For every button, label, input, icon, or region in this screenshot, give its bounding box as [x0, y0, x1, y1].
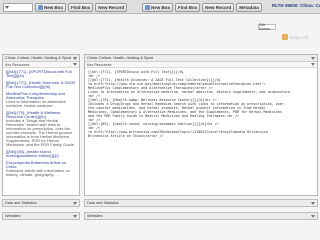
- box-icon: [38, 4, 43, 10]
- chevron-down-icon[interactable]: [73, 201, 77, 205]
- edit-screen-button[interactable]: Edit Screen: [258, 23, 276, 31]
- entry-title[interactable]: [[{bkl}:{85}, {health sound, nursing/aca…: [6, 150, 76, 158]
- left-pane-header[interactable]: China: Culture, Health, Healing & Sport: [3, 55, 79, 62]
- find-box-button-2[interactable]: Find Box: [175, 2, 201, 12]
- source-code-editor[interactable]: [[bkl:{771}, {SPORTDiscus with Full Text…: [85, 68, 317, 194]
- entry-description: Extensive article with information on hi…: [6, 168, 70, 177]
- chevron-down-icon[interactable]: [73, 56, 77, 60]
- right-pane-header[interactable]: China: Culture, Health, Healing & Sport: [85, 55, 317, 62]
- box-icon: [145, 4, 150, 10]
- left-websites-row[interactable]: Websites: [2, 212, 80, 220]
- list-item: MedlinePlus Complementary and Alternativ…: [6, 92, 76, 108]
- entry-description: Includes a "Drugs and Herbal Remedies" s…: [6, 118, 75, 147]
- right-data-statistics-row[interactable]: Data and Statistics: [84, 199, 318, 207]
- drop-zone[interactable]: Drop Left: [282, 34, 309, 40]
- chevron-down-icon[interactable]: [73, 63, 77, 66]
- toolbar-group-left: New Box Find Box New Record: [3, 2, 128, 12]
- new-record-button-2[interactable]: New Record: [202, 2, 235, 12]
- entry-title[interactable]: [[{bkl}:{771}, {SPORTDiscus with Full Te…: [6, 70, 76, 78]
- new-box-button[interactable]: New Box: [35, 2, 67, 12]
- list-item: [[{bkl}:{85}, {health sound, nursing/aca…: [6, 150, 76, 158]
- active-record-title: RLTH 39000: China: Culture, Health: [272, 3, 320, 8]
- new-box-button-2[interactable]: New Box: [142, 2, 174, 12]
- list-item: [[{bkl}:{79}, {Health & Wellness Resourc…: [6, 111, 76, 147]
- right-websites-row[interactable]: Websites: [84, 212, 318, 220]
- code-line: Links to information on alternative medi…: [88, 90, 293, 94]
- box-select[interactable]: [3, 2, 33, 12]
- list-item: [[{bkl}:{771}, {SPORTDiscus with Full Te…: [6, 70, 76, 78]
- find-box-button[interactable]: Find Box: [68, 2, 94, 12]
- toolbar-group-right: New Box Find Box New Record Metadata: [142, 2, 262, 12]
- chevron-down-icon[interactable]: [311, 56, 315, 60]
- left-pane: China: Culture, Health, Healing & Sport …: [2, 54, 80, 196]
- toolbar: New Box Find Box New Record New Box Find…: [0, 0, 320, 14]
- chevron-down-icon: [5, 5, 9, 9]
- chevron-down-icon[interactable]: [311, 214, 315, 218]
- drop-icon: [282, 34, 288, 40]
- left-data-statistics-row[interactable]: Data and Statistics: [2, 199, 80, 207]
- chevron-down-icon[interactable]: [73, 214, 77, 218]
- list-item: [[{bkl}:{771}, {Health Sciences: A SAGE …: [6, 81, 76, 89]
- entry-title[interactable]: [[{bkl}:{771}, {Health Sciences: A SAGE …: [6, 81, 76, 89]
- entry-description: Links to information on alternative medi…: [6, 99, 66, 108]
- new-record-button[interactable]: New Record: [95, 2, 128, 12]
- code-line: Britannica Article on China</a><br />: [88, 134, 164, 138]
- right-pane: China: Culture, Health, Healing & Sport …: [84, 54, 318, 196]
- list-item: Encyclopedia Britannica Article on China…: [6, 161, 76, 177]
- chevron-down-icon[interactable]: [311, 63, 315, 66]
- left-pane-body: [[{bkl}:{771}, {SPORTDiscus with Full Te…: [3, 68, 79, 194]
- metadata-button[interactable]: Metadata: [236, 2, 262, 12]
- chevron-down-icon[interactable]: [311, 201, 315, 205]
